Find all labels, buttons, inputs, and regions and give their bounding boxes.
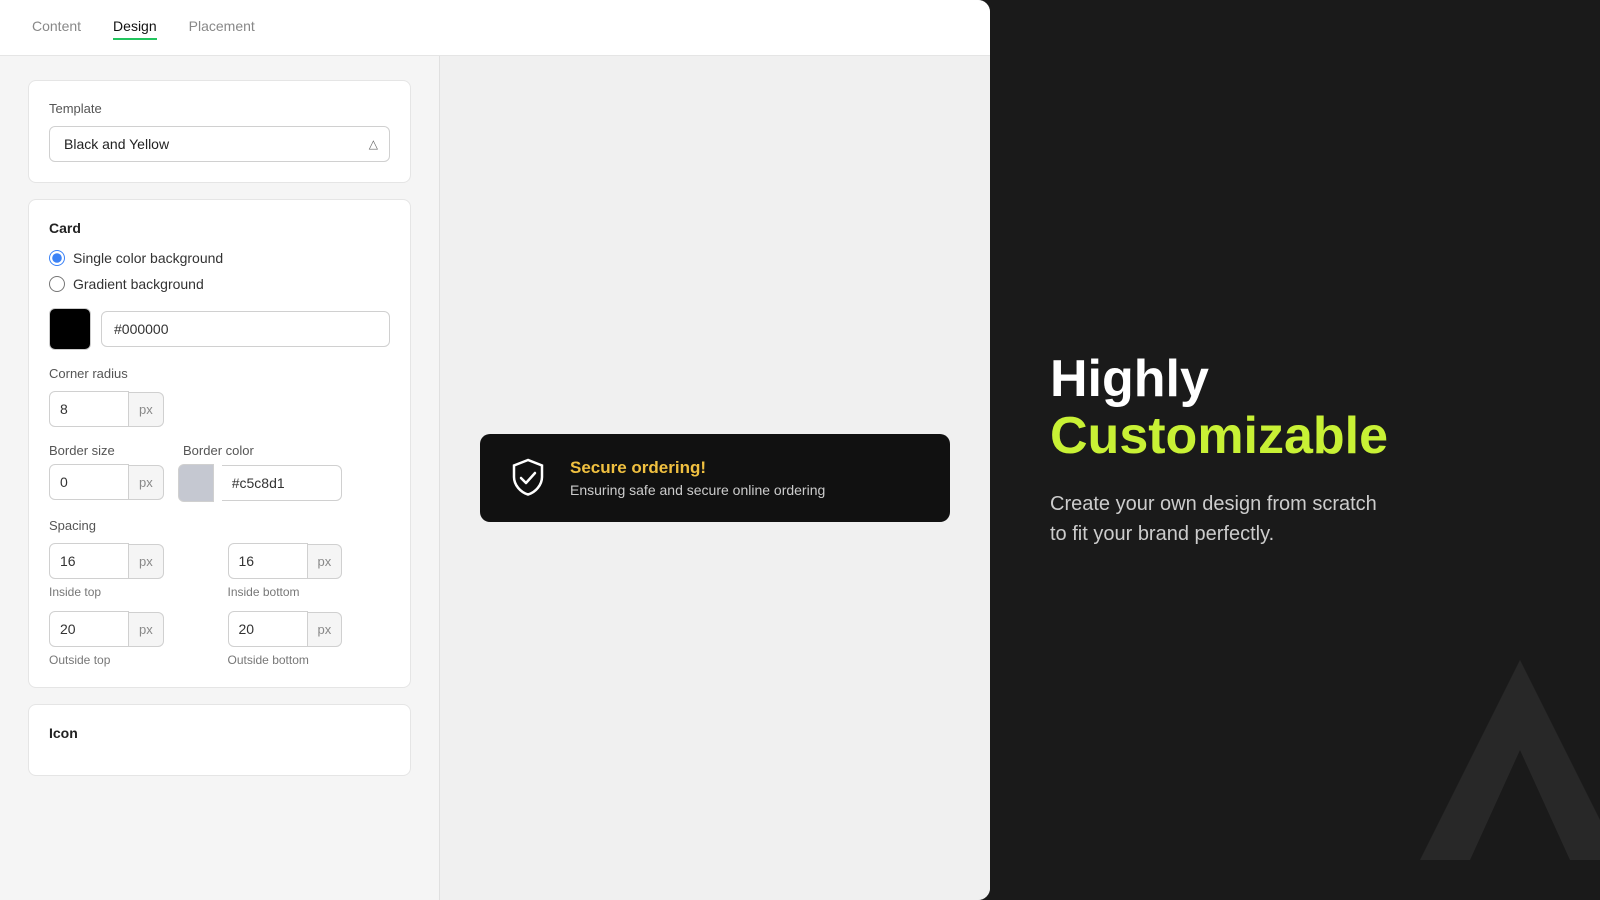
card-section: Card Single color background Gradient ba… (28, 199, 411, 688)
single-color-option[interactable]: Single color background (49, 250, 390, 266)
notification-subtitle: Ensuring safe and secure online ordering (570, 482, 825, 498)
tab-placement[interactable]: Placement (189, 18, 255, 40)
right-panel: Highly Customizable Create your own desi… (990, 0, 1600, 900)
corner-radius-input-row: px (49, 391, 390, 427)
gradient-radio[interactable] (49, 276, 65, 292)
outside-top-unit: px (129, 612, 164, 647)
settings-panel: Template Black and Yellow Blue and White… (0, 56, 440, 900)
inside-top-item: px Inside top (49, 543, 212, 599)
inside-top-unit: px (129, 544, 164, 579)
template-select[interactable]: Black and Yellow Blue and White Red and … (49, 126, 390, 162)
inside-bottom-unit: px (308, 544, 343, 579)
spacing-grid: px Inside top px Inside bottom (49, 543, 390, 667)
border-color-label: Border color (183, 443, 254, 458)
inside-bottom-input-row: px (228, 543, 391, 579)
border-color-input[interactable] (222, 465, 342, 501)
outside-bottom-unit: px (308, 612, 343, 647)
preview-area: Secure ordering! Ensuring safe and secur… (440, 56, 990, 900)
single-color-label: Single color background (73, 250, 223, 266)
inside-top-input[interactable] (49, 543, 129, 579)
spacing-label: Spacing (49, 518, 390, 533)
right-panel-description: Create your own design from scratch to f… (1050, 489, 1390, 549)
right-panel-heading: Highly Customizable Create your own desi… (1050, 351, 1540, 549)
gradient-label: Gradient background (73, 276, 204, 292)
border-size-unit: px (129, 465, 164, 500)
outside-bottom-item: px Outside bottom (228, 611, 391, 667)
border-size-label: Border size (49, 443, 169, 458)
outside-top-input[interactable] (49, 611, 129, 647)
tab-content[interactable]: Content (32, 18, 81, 40)
icon-section: Icon (28, 704, 411, 776)
background-type-group: Single color background Gradient backgro… (49, 250, 390, 292)
corner-radius-unit: px (129, 392, 164, 427)
color-swatch[interactable] (49, 308, 91, 350)
tabs-bar: Content Design Placement (0, 0, 990, 56)
tab-design[interactable]: Design (113, 18, 157, 40)
single-color-radio[interactable] (49, 250, 65, 266)
notification-title: Secure ordering! (570, 458, 825, 478)
title-line1: Highly (1050, 350, 1209, 408)
inside-bottom-item: px Inside bottom (228, 543, 391, 599)
card-section-title: Card (49, 220, 390, 236)
right-panel-title: Highly Customizable (1050, 351, 1540, 465)
inside-top-label: Inside top (49, 585, 212, 599)
template-select-wrapper: Black and Yellow Blue and White Red and … (49, 126, 390, 162)
border-size-input-row: px (49, 464, 164, 500)
corner-radius-label: Corner radius (49, 366, 390, 381)
notification-card: Secure ordering! Ensuring safe and secur… (480, 434, 950, 522)
shield-check-icon (506, 456, 550, 500)
inside-top-input-row: px (49, 543, 212, 579)
outside-bottom-label: Outside bottom (228, 653, 391, 667)
template-label: Template (49, 101, 390, 116)
outside-bottom-input-row: px (228, 611, 391, 647)
left-panel: Content Design Placement Template Black … (0, 0, 990, 900)
shield-icon-wrap (504, 454, 552, 502)
inside-bottom-input[interactable] (228, 543, 308, 579)
gradient-option[interactable]: Gradient background (49, 276, 390, 292)
icon-section-title: Icon (49, 725, 390, 741)
color-text-input[interactable] (101, 311, 390, 347)
corner-radius-input[interactable] (49, 391, 129, 427)
template-section: Template Black and Yellow Blue and White… (28, 80, 411, 183)
inside-bottom-label: Inside bottom (228, 585, 391, 599)
outside-top-item: px Outside top (49, 611, 212, 667)
border-row: px (49, 464, 390, 502)
title-line2: Customizable (1050, 407, 1388, 465)
border-size-input[interactable] (49, 464, 129, 500)
outside-top-input-row: px (49, 611, 212, 647)
outside-top-label: Outside top (49, 653, 212, 667)
border-color-row (178, 464, 342, 502)
content-area: Template Black and Yellow Blue and White… (0, 56, 990, 900)
notification-text: Secure ordering! Ensuring safe and secur… (570, 458, 825, 498)
outside-bottom-input[interactable] (228, 611, 308, 647)
color-row (49, 308, 390, 350)
border-color-swatch[interactable] (178, 464, 214, 502)
arrow-decoration-icon (1420, 660, 1600, 860)
